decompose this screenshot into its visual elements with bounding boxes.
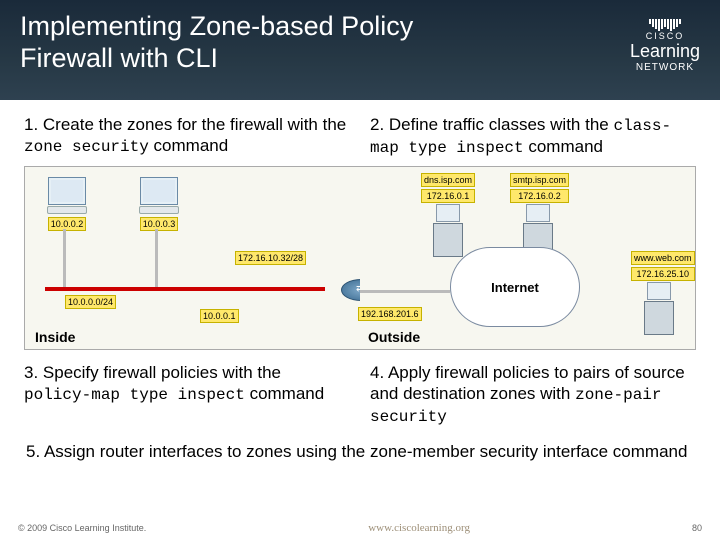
step-5: 5. Assign router interfaces to zones usi… <box>24 441 696 462</box>
footer-url: www.ciscolearning.org <box>368 522 470 534</box>
slide-title: Implementing Zone-based Policy Firewall … <box>20 10 500 75</box>
step-2: 2. Define traffic classes with the class… <box>370 114 696 158</box>
step-4: 4. Apply firewall policies to pairs of s… <box>370 362 696 427</box>
step-1: 1. Create the zones for the firewall wit… <box>24 114 350 158</box>
pc-1: 10.0.0.2 <box>43 177 91 232</box>
smtp-server: smtp.isp.com 172.16.0.2 <box>510 171 566 257</box>
logo-brand: CISCO <box>646 31 685 41</box>
zone-outside: dns.isp.com 172.16.0.1 smtp.isp.com 172.… <box>360 167 695 349</box>
internet-cloud-icon: Internet <box>450 247 580 327</box>
logo-line2: NETWORK <box>630 62 700 73</box>
router-inside-ip-label: 10.0.0.1 <box>200 309 239 323</box>
logo-line1: Learning <box>630 41 700 62</box>
cisco-logo: CISCO Learning NETWORK <box>630 16 700 73</box>
copyright: © 2009 Cisco Learning Institute. <box>18 523 146 533</box>
cisco-bars-icon <box>649 19 681 31</box>
zone-inside: 10.0.0.2 10.0.0.3 10.0.0.0/24 172.16.10.… <box>25 167 360 349</box>
dns-server: dns.isp.com 172.16.0.1 <box>420 171 476 257</box>
inside-zone-label: Inside <box>35 329 75 345</box>
pc-2: 10.0.0.3 <box>135 177 183 232</box>
lan-subnet-label: 10.0.0.0/24 <box>65 295 116 309</box>
mid-subnet-label: 172.16.10.32/28 <box>235 251 306 265</box>
page-number: 80 <box>692 523 702 533</box>
pc1-ip-label: 10.0.0.2 <box>48 217 87 231</box>
router-outside-ip-label: 192.168.201.6 <box>358 307 422 321</box>
web-server: www.web.com 172.16.25.10 <box>631 249 687 335</box>
network-diagram: 10.0.0.2 10.0.0.3 10.0.0.0/24 172.16.10.… <box>24 166 696 350</box>
slide-footer: © 2009 Cisco Learning Institute. www.cis… <box>0 522 720 534</box>
step-3: 3. Specify firewall policies with the po… <box>24 362 350 427</box>
outside-zone-label: Outside <box>368 329 420 345</box>
slide-body: 1. Create the zones for the firewall wit… <box>0 100 720 463</box>
slide-header: Implementing Zone-based Policy Firewall … <box>0 0 720 100</box>
pc2-ip-label: 10.0.0.3 <box>140 217 179 231</box>
